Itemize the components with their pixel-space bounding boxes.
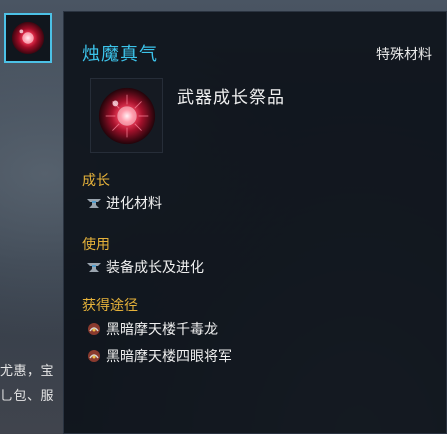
dungeon-icon xyxy=(88,323,100,335)
entry-text: 黑暗摩天楼千毒龙 xyxy=(106,322,218,338)
item-name: 烛魔真气 xyxy=(82,44,158,65)
red-orb-icon xyxy=(11,21,45,55)
background-text: 尤惠，宝 xyxy=(0,364,55,379)
item-category: 特殊材料 xyxy=(376,47,432,63)
anvil-icon xyxy=(87,263,101,272)
section-heading-usage: 使用 xyxy=(82,237,110,253)
list-item: 黑暗摩天楼千毒龙 xyxy=(86,319,218,339)
entry-text: 黑暗摩天楼四眼将军 xyxy=(106,349,232,365)
section-heading-acquisition: 获得途径 xyxy=(82,298,138,314)
list-item: 进化材料 xyxy=(86,193,162,213)
item-tooltip: 烛魔真气 特殊材料 武器成长祭品 成长 进化材料 使用 装备成长及进化 获得途径… xyxy=(63,11,447,434)
item-slot[interactable] xyxy=(4,13,52,63)
entry-text: 装备成长及进化 xyxy=(106,260,204,276)
list-item: 黑暗摩天楼四眼将军 xyxy=(86,346,232,366)
anvil-icon xyxy=(87,199,101,208)
dungeon-icon xyxy=(88,350,100,362)
background-text: 乚包、服 xyxy=(0,389,55,404)
item-type: 武器成长祭品 xyxy=(177,88,285,108)
list-item: 装备成长及进化 xyxy=(86,257,204,277)
section-heading-growth: 成长 xyxy=(82,173,110,189)
entry-text: 进化材料 xyxy=(106,196,162,212)
item-icon-frame xyxy=(90,78,163,153)
red-orb-icon xyxy=(98,87,155,144)
